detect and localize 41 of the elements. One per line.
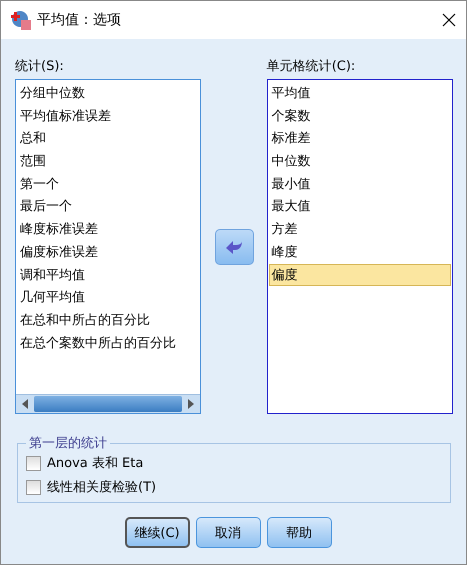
close-icon[interactable] xyxy=(442,13,456,27)
list-item[interactable]: 最大值 xyxy=(268,195,451,218)
list-item[interactable]: 第一个 xyxy=(17,172,200,196)
checkbox-label: Anova 表和 Eta xyxy=(47,455,144,472)
list-item[interactable]: 在总和中所占的百分比 xyxy=(17,308,200,332)
app-icon xyxy=(11,10,31,30)
list-item[interactable]: 平均值标准误差 xyxy=(17,104,200,128)
list-item[interactable]: 个案数 xyxy=(268,104,451,128)
list-item[interactable]: 偏度标准误差 xyxy=(17,240,200,264)
list-item[interactable]: 峰度 xyxy=(268,240,451,264)
list-item[interactable]: 中位数 xyxy=(268,150,451,173)
dialog-button[interactable]: 继续(C) xyxy=(124,517,190,548)
checkbox[interactable] xyxy=(26,456,41,470)
scroll-right-icon[interactable] xyxy=(188,399,194,409)
window-title: 平均值：选项 xyxy=(37,11,122,29)
scroll-left-icon[interactable] xyxy=(22,399,28,409)
group-title: 第一层的统计 xyxy=(28,435,108,452)
dialog-button[interactable]: 帮助 xyxy=(266,517,332,548)
list-item[interactable]: 范围 xyxy=(17,150,200,173)
list-item[interactable]: 最后一个 xyxy=(17,195,200,218)
checkbox-label: 线性相关度检验(T) xyxy=(47,479,156,496)
list-label: 单元格统计(C): xyxy=(266,58,356,75)
list-box[interactable]: 分组中位数 平均值标准误差 总和 范围 第一个 最后一个 峰度标准误差 偏度标准误差 调和平均值 几何平均值 在总和中所占的百分比 在总个案数中所占的百分比 xyxy=(15,79,202,414)
move-back-button[interactable] xyxy=(214,228,254,264)
list-item[interactable]: 总和 xyxy=(17,127,200,150)
list-item[interactable]: 分组中位数 xyxy=(17,82,200,105)
back-arrow-icon xyxy=(225,238,243,254)
list-item[interactable]: 几何平均值 xyxy=(17,286,200,309)
checkbox[interactable] xyxy=(26,480,41,494)
list-item[interactable]: 最小值 xyxy=(268,172,451,196)
list-item[interactable]: 平均值 xyxy=(268,82,451,105)
list-item[interactable]: 方差 xyxy=(268,218,451,241)
list-item[interactable]: 调和平均值 xyxy=(17,264,200,286)
list-item[interactable]: 在总个案数中所占的百分比 xyxy=(17,332,200,354)
list-item[interactable]: 偏度 xyxy=(268,264,451,286)
list-box[interactable]: 平均值 个案数 标准差 中位数 最小值 最大值 方差 峰度 偏度 xyxy=(266,79,453,414)
list-item[interactable]: 峰度标准误差 xyxy=(17,218,200,241)
horizontal-scrollbar[interactable] xyxy=(16,394,200,413)
list-item[interactable]: 标准差 xyxy=(268,127,451,150)
list-label: 统计(S): xyxy=(15,58,65,75)
dialog-button[interactable]: 取消 xyxy=(196,517,260,548)
